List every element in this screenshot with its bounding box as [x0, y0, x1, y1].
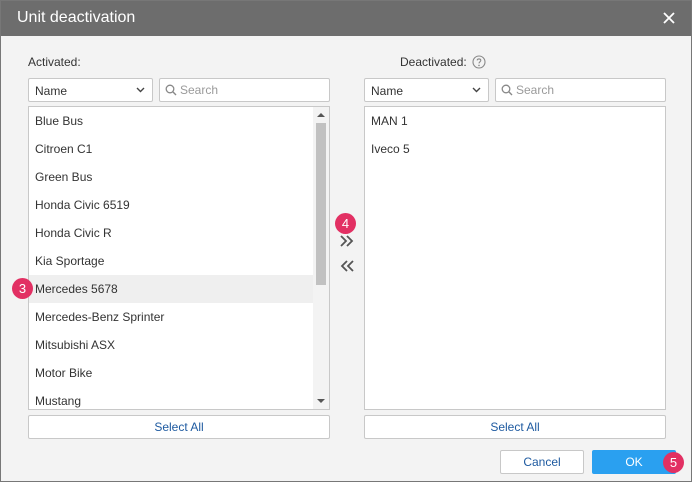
deactivated-label: Deactivated: [400, 55, 467, 69]
close-icon[interactable] [661, 10, 677, 26]
deactivated-sort-select[interactable]: Name [364, 78, 489, 102]
activated-scrollbar[interactable] [313, 107, 329, 409]
step-badge: 4 [335, 213, 356, 234]
list-item[interactable]: Iveco 5 [365, 135, 665, 163]
scroll-thumb[interactable] [316, 123, 326, 285]
activated-sort-value: Name [35, 84, 68, 98]
double-chevron-left-icon[interactable] [337, 258, 357, 274]
list-item[interactable]: MAN 1 [365, 107, 665, 135]
scroll-up-icon[interactable] [317, 112, 325, 118]
deactivated-search[interactable] [495, 78, 666, 102]
list-item[interactable]: Kia Sportage [29, 247, 313, 275]
chevron-down-icon [472, 87, 481, 93]
activated-search-input[interactable] [180, 81, 325, 99]
activated-search[interactable] [159, 78, 330, 102]
cancel-button[interactable]: Cancel [500, 450, 584, 474]
unit-deactivation-dialog: Unit deactivation Activated: Name Blue B… [0, 0, 692, 482]
list-item[interactable]: Green Bus [29, 163, 313, 191]
chevron-down-icon [136, 87, 145, 93]
list-item[interactable]: Honda Civic 6519 [29, 191, 313, 219]
scroll-down-icon[interactable] [317, 398, 325, 404]
dialog-title: Unit deactivation [17, 9, 136, 26]
list-item[interactable]: Honda Civic R [29, 219, 313, 247]
double-chevron-right-icon[interactable] [337, 233, 357, 249]
activated-select-all-button[interactable]: Select All [28, 415, 330, 439]
deactivated-list[interactable]: MAN 1 Iveco 5 [364, 106, 666, 410]
list-item[interactable]: Mustang [29, 387, 313, 409]
list-item[interactable]: Citroen C1 [29, 135, 313, 163]
list-item[interactable]: Mercedes 5678 [29, 275, 313, 303]
help-icon[interactable] [472, 55, 486, 69]
activated-label: Activated: [28, 55, 81, 69]
step-badge: 3 [12, 278, 33, 299]
dialog-titlebar: Unit deactivation [1, 1, 691, 36]
activated-sort-select[interactable]: Name [28, 78, 153, 102]
list-item[interactable]: Motor Bike [29, 359, 313, 387]
activated-list[interactable]: Blue Bus Citroen C1 Green Bus Honda Civic 6… [28, 106, 330, 410]
deactivated-sort-value: Name [371, 84, 404, 98]
deactivated-select-all-button[interactable]: Select All [364, 415, 666, 439]
list-item[interactable]: Blue Bus [29, 107, 313, 135]
list-item[interactable]: Mercedes-Benz Sprinter [29, 303, 313, 331]
step-badge: 5 [663, 452, 684, 473]
deactivated-search-input[interactable] [516, 81, 661, 99]
search-icon [165, 84, 177, 96]
search-icon [501, 84, 513, 96]
list-item[interactable]: Mitsubishi ASX [29, 331, 313, 359]
